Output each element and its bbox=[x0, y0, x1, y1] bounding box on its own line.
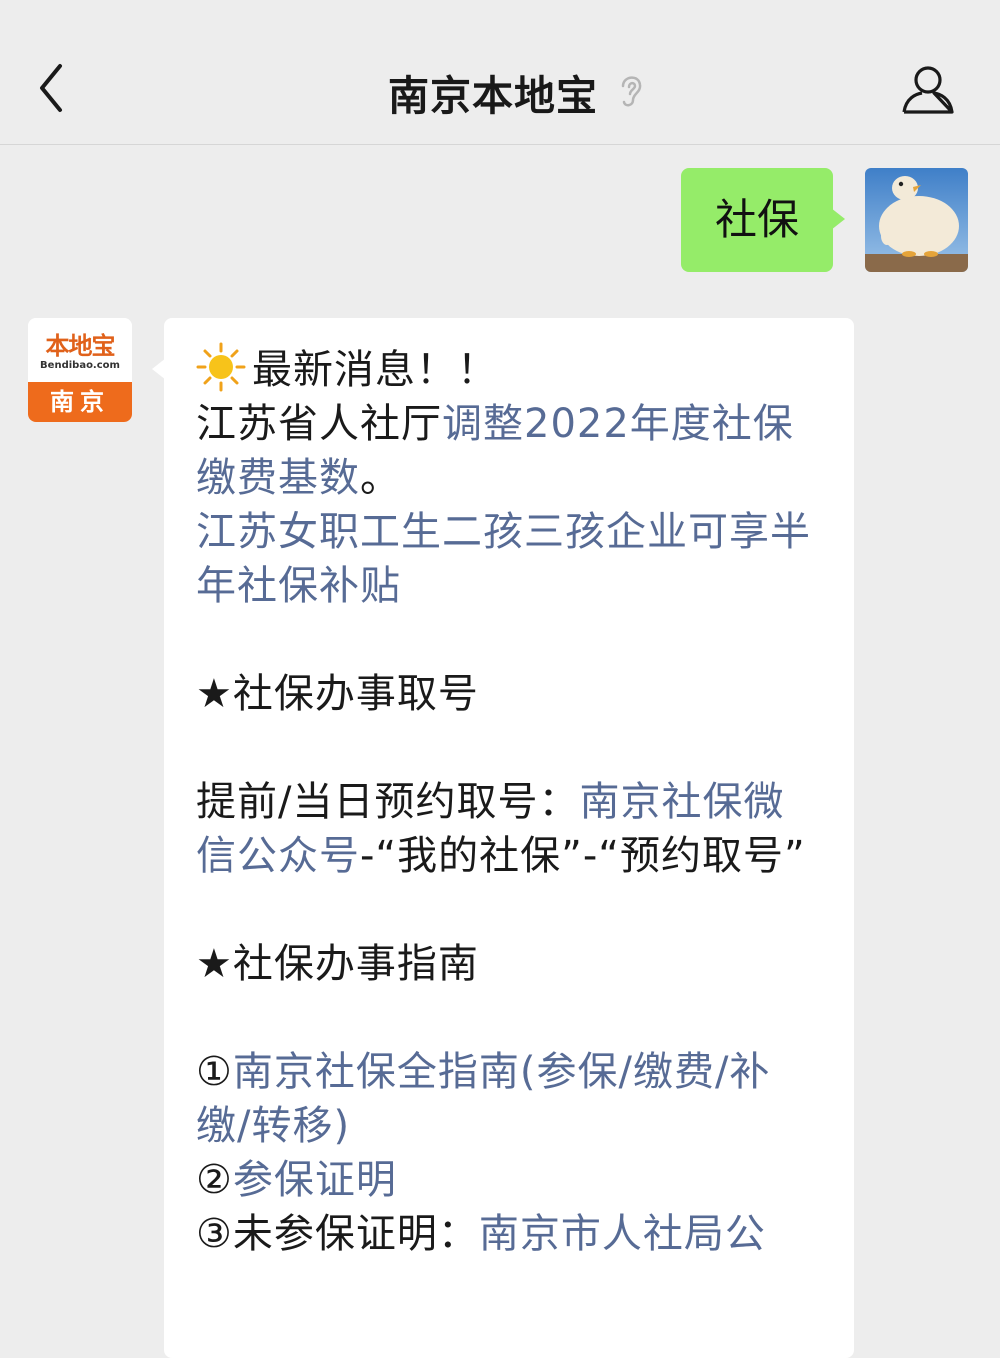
bot-avatar-city: 南京 bbox=[28, 382, 132, 422]
guide-link-insurance-certificate[interactable]: 参保证明 bbox=[233, 1157, 397, 1203]
news-suffix: 。 bbox=[360, 455, 401, 501]
news-link-subsidy[interactable]: 江苏女职工生二孩三孩企业可享半年社保补贴 bbox=[196, 509, 811, 609]
guide-link-hr-bureau[interactable]: 南京市人社局公 bbox=[479, 1211, 766, 1257]
news-paragraph: 江苏省人社厅调整2022年度社保缴费基数。 bbox=[196, 397, 824, 505]
section-heading-guide: ★社保办事指南 bbox=[196, 941, 479, 987]
bot-avatar[interactable]: 本地宝 Bendibao.com 南京 bbox=[28, 318, 132, 422]
user-avatar[interactable] bbox=[865, 168, 968, 272]
news-title: 最新消息！！ bbox=[252, 347, 498, 393]
incoming-message-text: 最新消息！！ 江苏省人社厅调整2022年度社保缴费基数。 江苏女职工生二孩三孩企… bbox=[196, 342, 824, 1261]
profile-button[interactable] bbox=[900, 62, 956, 118]
bot-avatar-logo-text: 本地宝 bbox=[45, 332, 116, 360]
chevron-left-icon bbox=[40, 64, 62, 112]
incoming-message-bubble: 最新消息！！ 江苏省人社厅调整2022年度社保缴费基数。 江苏女职工生二孩三孩企… bbox=[152, 318, 854, 1358]
guide-item-2: ②参保证明 bbox=[196, 1153, 824, 1207]
bot-avatar-logo-domain: Bendibao.com bbox=[40, 360, 120, 371]
sun-icon bbox=[196, 342, 246, 392]
ear-icon bbox=[621, 76, 642, 107]
outgoing-message-bubble[interactable]: 社保 bbox=[681, 168, 845, 272]
news-title-line: 最新消息！！ bbox=[196, 342, 824, 397]
guide-link-full-guide[interactable]: 南京社保全指南(参保/缴费/补缴/转移) bbox=[196, 1049, 770, 1149]
booking-prefix: 提前/当日预约取号： bbox=[196, 779, 580, 825]
chat-header: 南京本地宝 bbox=[0, 0, 1000, 145]
guide-item-3: ③未参保证明：南京市人社局公 bbox=[196, 1207, 824, 1261]
duck-plush-avatar-image bbox=[865, 168, 968, 272]
guide-item-3-text: ③未参保证明： bbox=[196, 1211, 479, 1257]
section-heading-booking: ★社保办事取号 bbox=[196, 671, 479, 717]
guide-item-1: ①南京社保全指南(参保/缴费/补缴/转移) bbox=[196, 1045, 824, 1153]
outgoing-message-text: 社保 bbox=[714, 195, 799, 244]
guide-item-1-number: ① bbox=[196, 1049, 233, 1095]
person-icon bbox=[902, 66, 954, 114]
news-prefix: 江苏省人社厅 bbox=[196, 401, 442, 447]
booking-suffix: -“我的社保”-“预约取号” bbox=[360, 833, 806, 879]
chat-title: 南京本地宝 bbox=[388, 72, 598, 120]
guide-item-2-number: ② bbox=[196, 1157, 233, 1203]
back-button[interactable] bbox=[30, 58, 80, 118]
booking-paragraph: 提前/当日预约取号：南京社保微信公众号-“我的社保”-“预约取号” bbox=[196, 775, 824, 883]
